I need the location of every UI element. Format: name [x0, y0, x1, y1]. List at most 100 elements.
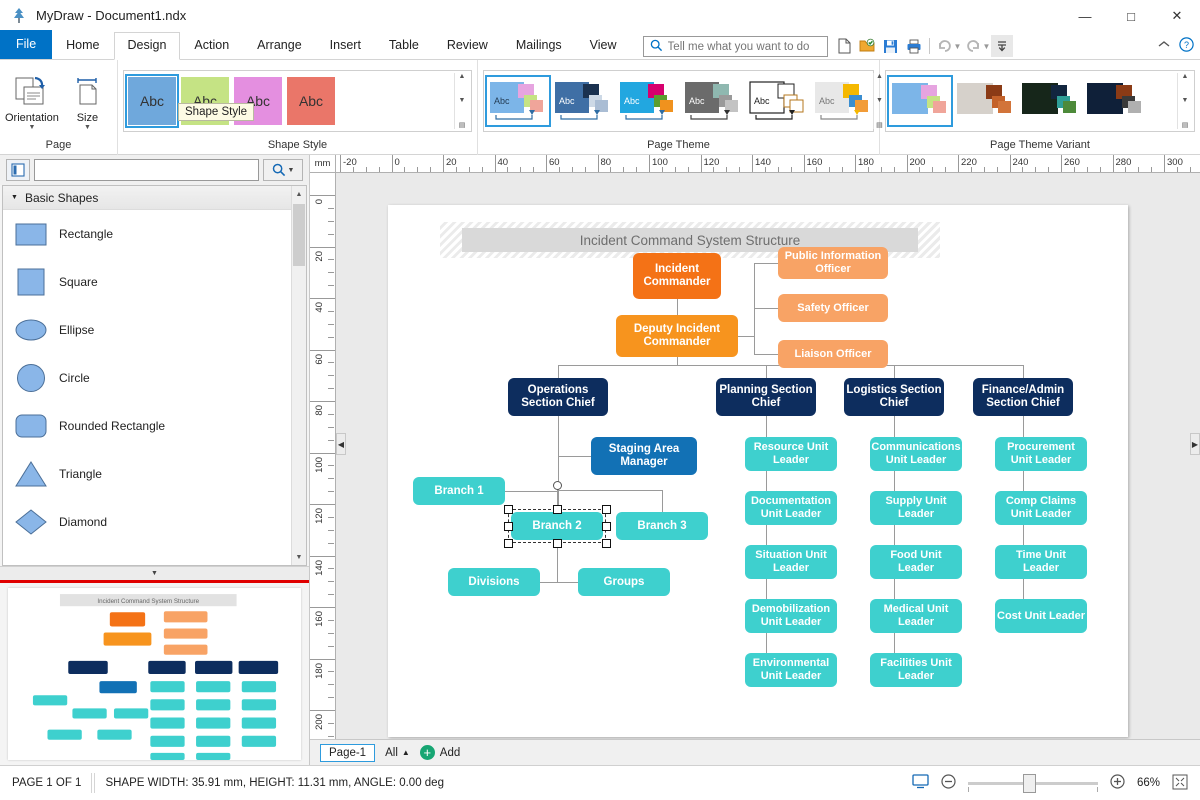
diagram-node-l1[interactable]: Communications Unit Leader — [870, 437, 962, 471]
page-theme-option-4[interactable]: Abc — [683, 78, 743, 124]
resize-handle[interactable] — [552, 504, 562, 514]
all-pages-button[interactable]: All ▲ — [385, 747, 410, 759]
diagram-node-p3[interactable]: Situation Unit Leader — [745, 545, 837, 579]
page-theme-variant-gallery[interactable]: ▲ ▼ ▤ — [885, 69, 1195, 132]
diagram-node-dic[interactable]: Deputy Incident Commander — [616, 315, 738, 357]
page-theme-option-3[interactable]: Abc — [618, 78, 678, 124]
shape-search-button[interactable]: ▼ — [263, 159, 303, 181]
tab-insert[interactable]: Insert — [316, 32, 375, 59]
diagram-node-p5[interactable]: Environmental Unit Leader — [745, 653, 837, 687]
diagram-node-f4[interactable]: Cost Unit Leader — [995, 599, 1087, 633]
resize-handle[interactable] — [503, 538, 513, 548]
diagram-node-pio[interactable]: Public Information Officer — [778, 247, 888, 279]
zoom-slider[interactable] — [967, 773, 1098, 793]
zoom-in-icon[interactable] — [1110, 774, 1125, 792]
tab-home[interactable]: Home — [52, 32, 113, 59]
tab-view[interactable]: View — [576, 32, 631, 59]
diagram-node-lo[interactable]: Liaison Officer — [778, 340, 888, 368]
gallery-expand-icon[interactable]: ▤ — [459, 121, 466, 129]
tell-me-search-box[interactable] — [642, 36, 828, 57]
diagram-node-f3[interactable]: Time Unit Leader — [995, 545, 1087, 579]
size-dropdown-icon[interactable]: ▼ — [84, 124, 91, 131]
shape-group-header[interactable]: ▼ Basic Shapes — [3, 186, 306, 210]
panel-expand-right-icon[interactable]: ▶ — [1190, 433, 1200, 456]
tab-arrange[interactable]: Arrange — [243, 32, 315, 59]
new-document-icon[interactable] — [834, 35, 856, 57]
shape-style-option-4[interactable]: Abc — [287, 76, 335, 125]
resize-handle[interactable] — [601, 521, 611, 531]
maximize-button[interactable]: □ — [1108, 0, 1154, 32]
print-icon[interactable] — [903, 35, 925, 57]
minimize-button[interactable]: — — [1062, 0, 1108, 32]
theme-variant-option-4[interactable] — [1085, 78, 1145, 124]
zoom-slider-handle[interactable] — [1022, 773, 1036, 793]
diagram-node-br1[interactable]: Branch 1 — [413, 477, 505, 505]
diagram-node-l4[interactable]: Medical Unit Leader — [870, 599, 962, 633]
page-tab-page-1[interactable]: Page-1 — [320, 743, 376, 762]
shape-style-scroll[interactable]: ▲ ▼ ▤ — [454, 72, 467, 129]
diagram-node-pln[interactable]: Planning Section Chief — [716, 378, 816, 416]
diagram-node-f2[interactable]: Comp Claims Unit Leader — [995, 491, 1087, 525]
resize-handle[interactable] — [503, 521, 513, 531]
diagram-node-ops[interactable]: Operations Section Chief — [508, 378, 608, 416]
resize-handle[interactable] — [601, 538, 611, 548]
shape-item-ellipse[interactable]: Ellipse — [3, 306, 306, 354]
scroll-up-icon[interactable]: ▲ — [292, 186, 306, 202]
orientation-button[interactable]: Orientation ▼ — [5, 70, 59, 131]
help-icon[interactable]: ? — [1179, 37, 1194, 55]
search-input[interactable] — [667, 40, 818, 53]
shape-item-triangle[interactable]: Triangle — [3, 450, 306, 498]
scroll-down-icon[interactable]: ▼ — [459, 97, 466, 104]
theme-variant-option-3[interactable] — [1020, 78, 1080, 124]
resize-handle[interactable] — [503, 504, 513, 514]
orientation-dropdown-icon[interactable]: ▼ — [28, 124, 35, 131]
diagram-node-p4[interactable]: Demobilization Unit Leader — [745, 599, 837, 633]
tab-mailings[interactable]: Mailings — [502, 32, 576, 59]
diagram-node-br3[interactable]: Branch 3 — [616, 512, 708, 540]
page-navigator-thumbnail[interactable]: Incident Command System Structure — [0, 580, 309, 765]
gallery-expand-icon[interactable]: ▤ — [1182, 121, 1189, 129]
shapes-panel-collapse[interactable]: ▼ — [0, 566, 309, 580]
diagram-node-grp[interactable]: Groups — [578, 568, 670, 596]
page-theme-gallery[interactable]: Abc Abc Abc Abc Abc Abc ▲ ▼ ▤ — [483, 69, 883, 132]
document-page[interactable]: Incident Command System Structure Incide… — [388, 205, 1128, 737]
shape-item-circle[interactable]: Circle — [3, 354, 306, 402]
diagram-node-ic[interactable]: Incident Commander — [633, 253, 721, 299]
horizontal-ruler[interactable]: -20 0 20 40 60 80 100 120 140 160 180 200 220 240 260 2… — [336, 155, 1200, 173]
resize-handle[interactable] — [601, 504, 611, 514]
shape-item-rectangle[interactable]: Rectangle — [3, 210, 306, 258]
scroll-up-icon[interactable]: ▲ — [1182, 73, 1189, 80]
tab-table[interactable]: Table — [375, 32, 433, 59]
diagram-node-p2[interactable]: Documentation Unit Leader — [745, 491, 837, 525]
open-folder-icon[interactable] — [857, 35, 879, 57]
fit-page-icon[interactable] — [1172, 774, 1188, 793]
diagram-node-f1[interactable]: Procurement Unit Leader — [995, 437, 1087, 471]
shape-item-diamond[interactable]: Diamond — [3, 498, 306, 546]
theme-variant-option-2[interactable] — [955, 78, 1015, 124]
shape-style-option-1[interactable]: Abc — [125, 73, 179, 128]
diagram-node-l3[interactable]: Food Unit Leader — [870, 545, 962, 579]
page-theme-option-2[interactable]: Abc — [553, 78, 613, 124]
collapse-ribbon-icon[interactable] — [1158, 40, 1170, 52]
tab-design[interactable]: Design — [113, 32, 181, 60]
zoom-out-icon[interactable] — [941, 774, 956, 792]
redo-icon[interactable] — [962, 35, 984, 57]
page-theme-option-6[interactable]: Abc — [813, 78, 873, 124]
size-button[interactable]: Size ▼ — [63, 70, 112, 131]
diagram-node-div[interactable]: Divisions — [448, 568, 540, 596]
tab-file[interactable]: File — [0, 30, 53, 59]
tab-review[interactable]: Review — [433, 32, 502, 59]
customize-toolbar-icon[interactable] — [991, 35, 1014, 57]
redo-dropdown-icon[interactable]: ▼ — [982, 42, 990, 51]
scrollbar-thumb[interactable] — [293, 204, 305, 266]
theme-variant-option-1[interactable] — [887, 74, 953, 127]
page-theme-option-1[interactable]: Abc — [485, 74, 551, 127]
scroll-down-icon[interactable]: ▼ — [292, 549, 306, 565]
add-page-button[interactable]: + Add — [419, 745, 460, 760]
resize-handle[interactable] — [552, 538, 562, 548]
shape-style-gallery[interactable]: Abc Abc Abc Abc ▲ ▼ ▤ — [123, 69, 472, 132]
diagram-node-p1[interactable]: Resource Unit Leader — [745, 437, 837, 471]
shape-library-icon[interactable] — [6, 159, 30, 181]
diagram-node-l2[interactable]: Supply Unit Leader — [870, 491, 962, 525]
drawing-canvas[interactable]: ◀ ▶ Incident Command System Structure In… — [336, 173, 1200, 739]
